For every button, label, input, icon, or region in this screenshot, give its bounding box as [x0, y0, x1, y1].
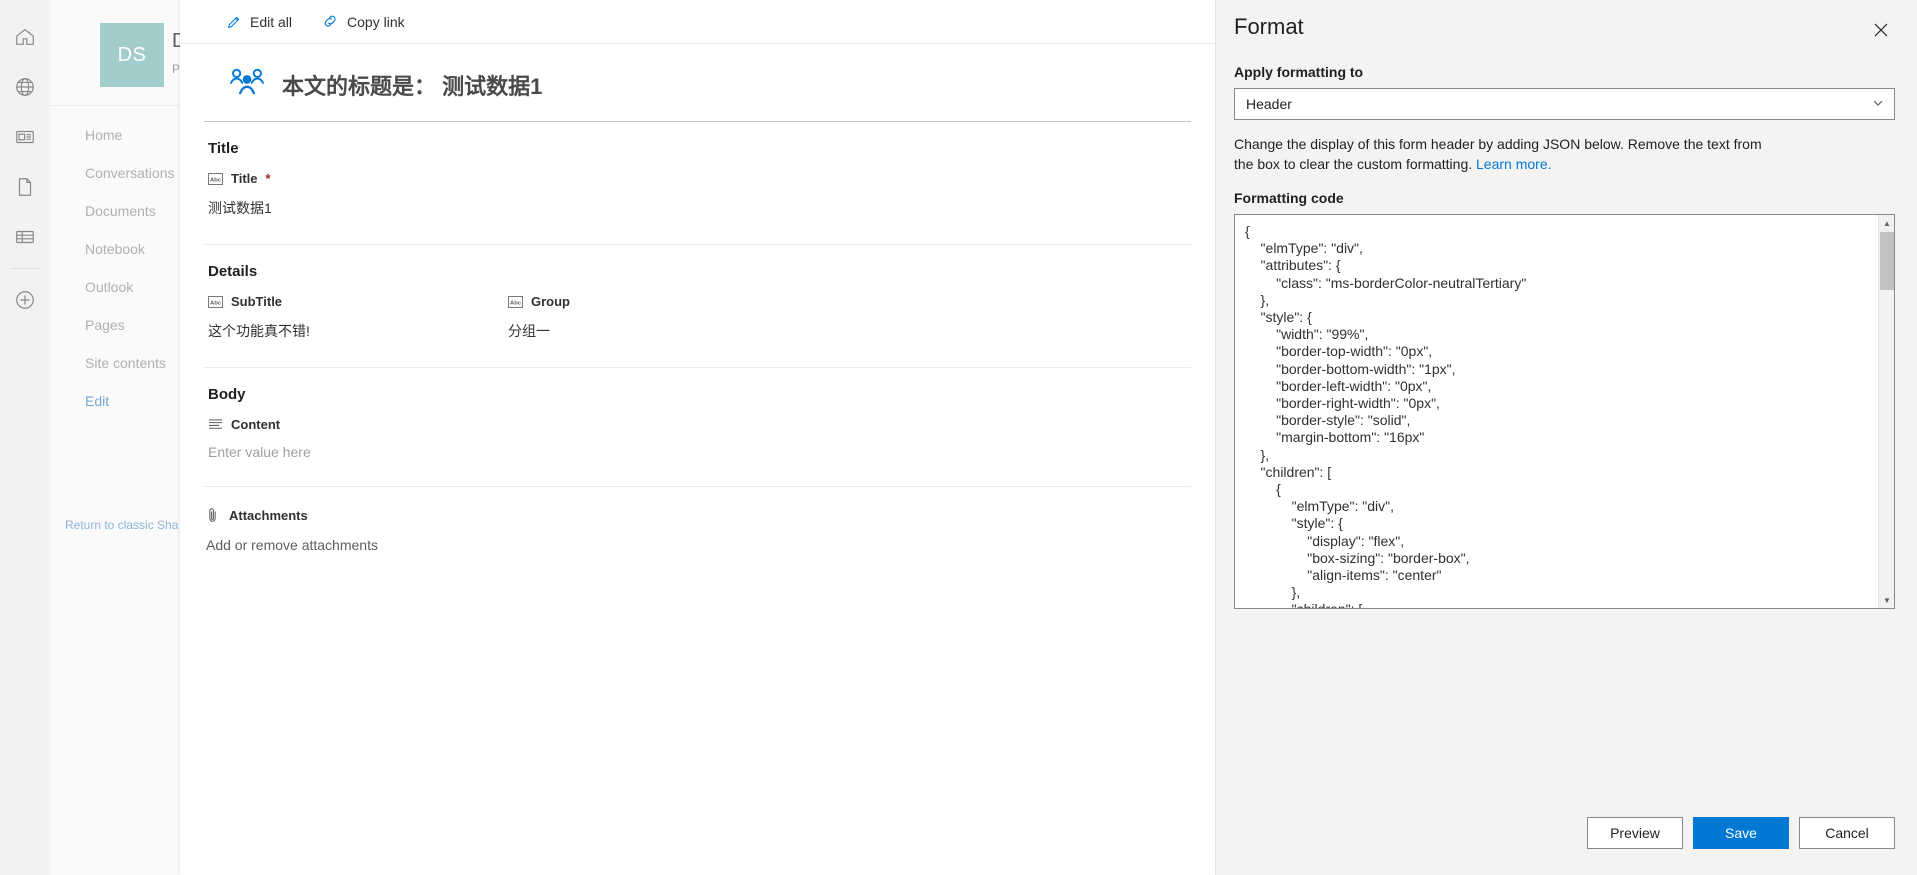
save-button[interactable]: Save — [1693, 817, 1789, 849]
link-icon — [322, 13, 339, 30]
abc-icon: Abc — [208, 172, 223, 185]
app-root: DS D P Home Conversations Documents Note… — [0, 0, 1917, 875]
field-value-subtitle[interactable]: 这个功能真不错! — [208, 309, 508, 341]
field-label: Group — [531, 294, 570, 309]
apply-formatting-to-dropdown[interactable]: Header — [1234, 88, 1895, 120]
news-icon[interactable] — [0, 112, 50, 162]
dropdown-selected-value: Header — [1246, 96, 1292, 112]
app-rail — [0, 0, 50, 875]
svg-text:Abc: Abc — [210, 300, 222, 306]
multiline-icon — [208, 418, 223, 431]
field-value-group[interactable]: 分组一 — [508, 309, 808, 341]
site-logo: DS — [100, 23, 164, 87]
site-subtitle: P — [172, 62, 181, 76]
field-value-title[interactable]: 测试数据1 — [208, 186, 1189, 218]
format-panel-body: Apply formatting to Header Change the di… — [1216, 46, 1917, 817]
form-panel: Edit all Copy link 本文的标题是： 测试数据1 Title A… — [180, 0, 1215, 875]
section-heading: Title — [208, 140, 239, 157]
sidebar-item-outlook[interactable]: Outlook — [50, 268, 180, 306]
format-panel-footer: Preview Save Cancel — [1216, 817, 1917, 875]
sidebar-item-conversations[interactable]: Conversations — [50, 154, 180, 192]
rail-divider — [10, 268, 40, 269]
command-bar: Edit all Copy link — [180, 0, 1215, 44]
copy-link-button[interactable]: Copy link — [312, 7, 415, 36]
sidebar-item-notebook[interactable]: Notebook — [50, 230, 180, 268]
return-to-classic-link[interactable]: Return to classic Sha — [65, 518, 178, 532]
form-custom-header: 本文的标题是： 测试数据1 — [204, 44, 1191, 122]
learn-more-link[interactable]: Learn more. — [1476, 156, 1551, 172]
page-title: Format — [1234, 14, 1304, 39]
globe-icon[interactable] — [0, 62, 50, 112]
sidebar-item-pages[interactable]: Pages — [50, 306, 180, 344]
field-label-row: Abc SubTitle — [208, 294, 508, 309]
scroll-down-icon[interactable]: ▼ — [1879, 592, 1894, 608]
create-icon[interactable] — [0, 275, 50, 325]
page-icon[interactable] — [0, 162, 50, 212]
close-icon[interactable] — [1865, 14, 1897, 46]
attachments-label: Attachments — [229, 507, 308, 523]
section-heading: Body — [208, 386, 246, 403]
field-label: Content — [231, 417, 281, 432]
required-asterisk: * — [265, 171, 271, 186]
format-panel-header: Format — [1216, 0, 1917, 46]
svg-text:Abc: Abc — [510, 300, 522, 306]
abc-icon: Abc — [208, 295, 223, 308]
nav-list: Home Conversations Documents Notebook Ou… — [50, 106, 180, 420]
copy-link-label: Copy link — [347, 13, 405, 30]
chevron-down-icon — [1872, 96, 1884, 112]
format-panel: Format Apply formatting to Header Change… — [1215, 0, 1917, 875]
scroll-up-icon[interactable]: ▲ — [1879, 215, 1894, 231]
attachments-row: Attachments Add or remove attachments — [180, 487, 1215, 563]
paperclip-icon — [206, 507, 219, 523]
sidebar-item-site-contents[interactable]: Site contents — [50, 344, 180, 382]
field-subtitle[interactable]: Abc SubTitle 这个功能真不错! — [208, 294, 508, 341]
abc-icon: Abc — [508, 295, 523, 308]
field-content[interactable]: Content Enter value here — [208, 417, 1189, 460]
cancel-button[interactable]: Cancel — [1799, 817, 1895, 849]
people-group-icon — [228, 66, 266, 103]
format-description: Change the display of this form header b… — [1234, 134, 1764, 174]
formatting-code-text[interactable]: { "elmType": "div", "attributes": { "cla… — [1235, 215, 1894, 608]
form-section-title: Title Abc Title * 测试数据1 — [180, 122, 1215, 245]
pencil-icon — [226, 14, 242, 30]
field-label-row: Abc Group — [508, 294, 808, 309]
code-scrollbar[interactable]: ▲ ▼ — [1878, 215, 1894, 608]
sidebar-item-documents[interactable]: Documents — [50, 192, 180, 230]
field-label-row: Content — [208, 417, 1189, 432]
field-group[interactable]: Abc Group 分组一 — [508, 294, 808, 341]
sidebar-item-edit[interactable]: Edit — [50, 382, 180, 420]
home-icon[interactable] — [0, 12, 50, 62]
site-navigation: DS D P Home Conversations Documents Note… — [50, 0, 186, 875]
field-label: Title — [231, 171, 258, 186]
formatting-code-label: Formatting code — [1234, 190, 1344, 206]
field-title[interactable]: Abc Title * 测试数据1 — [208, 171, 1189, 218]
sidebar-item-home[interactable]: Home — [50, 116, 180, 154]
list-icon[interactable] — [0, 212, 50, 262]
form-header-title: 本文的标题是： 测试数据1 — [282, 73, 543, 99]
form-scroll-area: 本文的标题是： 测试数据1 Title Abc Title * 测试数据1 De… — [180, 44, 1215, 563]
field-label: SubTitle — [231, 294, 283, 309]
preview-button[interactable]: Preview — [1587, 817, 1683, 849]
svg-text:Abc: Abc — [210, 177, 222, 183]
edit-all-label: Edit all — [250, 13, 293, 30]
formatting-code-editor[interactable]: { "elmType": "div", "attributes": { "cla… — [1234, 214, 1895, 609]
field-value-content[interactable]: Enter value here — [208, 432, 1189, 460]
field-label-row: Abc Title * — [208, 171, 1189, 186]
attachments-label-row: Attachments — [206, 507, 1189, 523]
apply-formatting-to-label: Apply formatting to — [1234, 64, 1364, 80]
form-section-details: Details Abc SubTitle 这个功能真不错! Abc Group … — [180, 245, 1215, 368]
form-section-body: Body Content Enter value here — [180, 368, 1215, 487]
edit-all-button[interactable]: Edit all — [216, 8, 302, 36]
attachments-action[interactable]: Add or remove attachments — [206, 523, 1189, 553]
section-heading: Details — [208, 263, 258, 280]
scrollbar-thumb[interactable] — [1880, 232, 1894, 290]
